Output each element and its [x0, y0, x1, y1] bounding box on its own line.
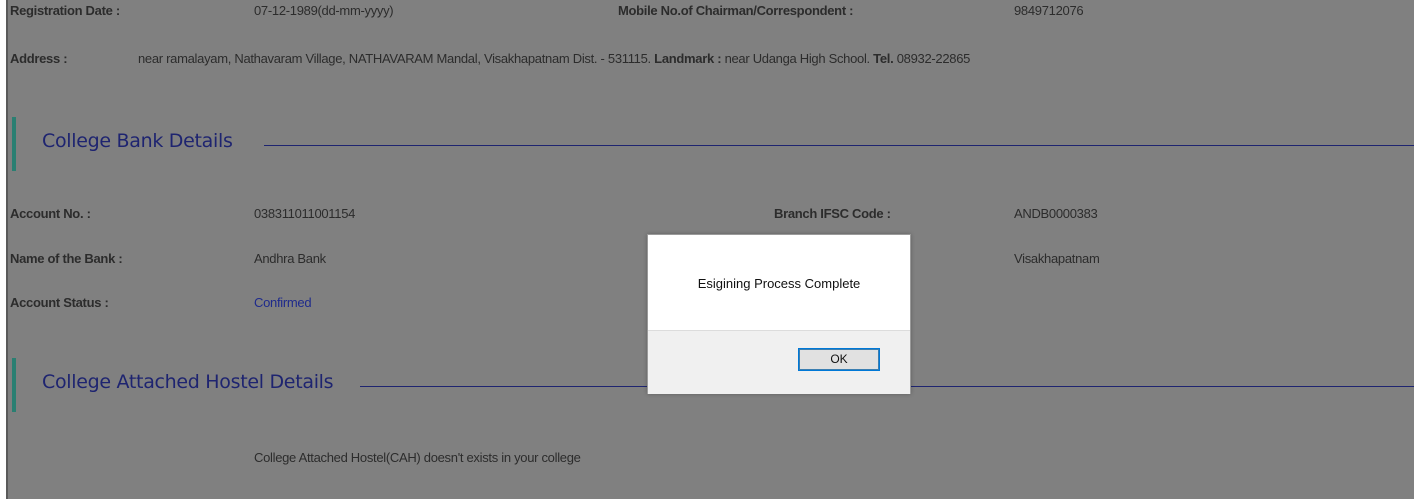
mobile-value: 9849712076: [1014, 3, 1084, 18]
address-label: Address :: [10, 51, 68, 66]
dialog-message: Esigining Process Complete: [697, 276, 861, 291]
bank-details-title: College Bank Details: [42, 130, 233, 152]
bank-name-value: Andhra Bank: [254, 251, 326, 266]
registration-date-value: 07-12-1989(dd-mm-yyyy): [254, 3, 394, 18]
registration-date-label: Registration Date :: [10, 3, 120, 18]
account-no-label: Account No. :: [10, 206, 91, 221]
ifsc-label: Branch IFSC Code :: [774, 206, 891, 221]
account-status-label: Account Status :: [10, 295, 109, 310]
bank-name-label: Name of the Bank :: [10, 251, 123, 266]
mobile-label: Mobile No.of Chairman/Correspondent :: [618, 3, 854, 18]
landmark-value: near Udanga High School.: [724, 51, 871, 66]
section-divider: [264, 145, 1414, 146]
dialog-footer: OK: [648, 330, 910, 394]
ok-button[interactable]: OK: [798, 348, 880, 371]
branch-value: Visakhapatnam: [1014, 251, 1100, 266]
hostel-details-title: College Attached Hostel Details: [42, 371, 334, 393]
tel-label: Tel.: [873, 51, 894, 66]
hostel-message: College Attached Hostel(CAH) doesn't exi…: [254, 450, 581, 465]
section-accent-bar: [12, 358, 16, 412]
address-text: near ramalayam, Nathavaram Village, NATH…: [138, 51, 970, 66]
address-line: near ramalayam, Nathavaram Village, NATH…: [138, 51, 651, 66]
alert-dialog: Esigining Process Complete OK: [647, 234, 911, 394]
bank-details-section-header: College Bank Details: [12, 117, 1414, 171]
account-status-value: Confirmed: [254, 295, 312, 310]
section-accent-bar: [12, 117, 16, 171]
landmark-label: Landmark :: [654, 51, 722, 66]
ifsc-value: ANDB0000383: [1014, 206, 1098, 221]
account-no-value: 038311011001154: [254, 206, 356, 221]
tel-value: 08932-22865: [896, 51, 971, 66]
